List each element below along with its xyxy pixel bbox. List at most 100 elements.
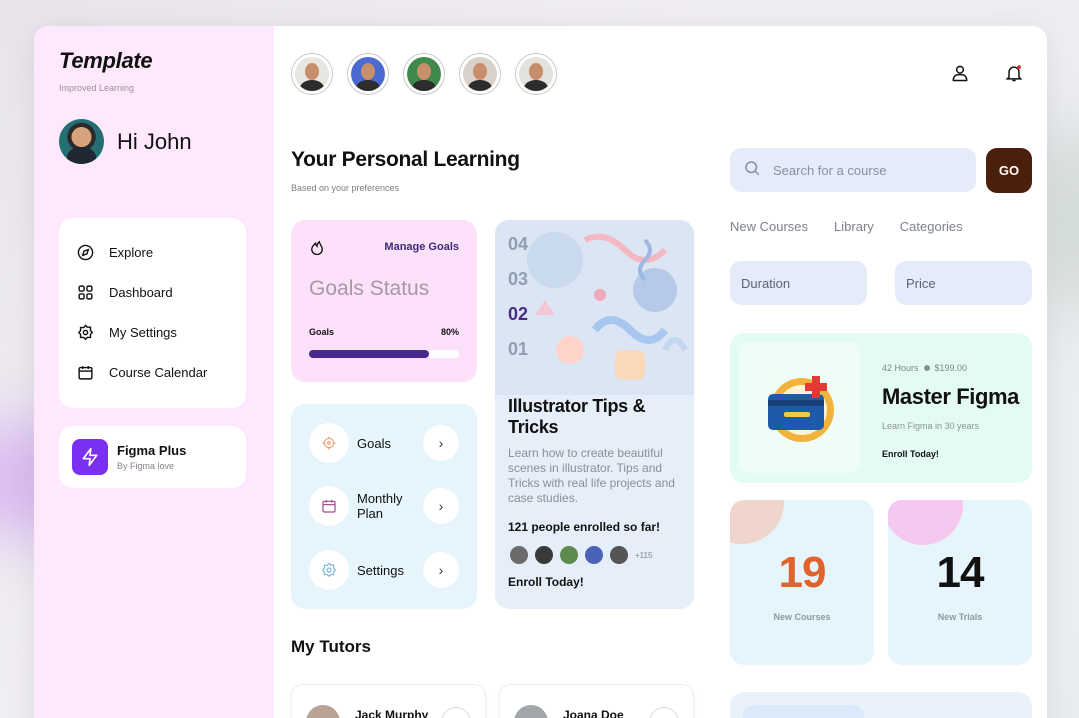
sidebar: Template Improved Learning Hi John Explo… [34, 26, 274, 718]
search-go-button[interactable]: GO [986, 148, 1032, 193]
quick-menu-settings[interactable]: Settings › [309, 549, 459, 591]
decor-circle [730, 500, 784, 544]
course-image [739, 342, 860, 473]
tutor-avatar[interactable] [403, 53, 445, 95]
featured-course-description: Learn how to create beautiful scenes in … [508, 446, 675, 505]
avatar [514, 705, 548, 718]
grid-icon [76, 283, 94, 301]
separator-dot [923, 365, 930, 371]
promo-title: Figma Plus [117, 443, 187, 458]
stat-label: New Courses [773, 612, 831, 622]
stat-new-trials[interactable]: 14 New Trials [888, 500, 1032, 665]
calendar-icon [76, 363, 94, 381]
enrolled-count: 121 people enrolled so far! [508, 520, 661, 534]
manage-goals-link[interactable]: Manage Goals [384, 241, 459, 253]
course-enroll-button[interactable]: Enroll Today! [882, 449, 939, 459]
chevron-right-icon[interactable]: › [423, 552, 459, 588]
flame-icon [308, 237, 326, 262]
target-icon [309, 423, 349, 463]
tutor-name: Joana Doe [563, 708, 624, 718]
bottom-card-inner [743, 705, 864, 718]
course-tabs: New Courses Library Categories [730, 219, 989, 234]
sidebar-item-dashboard[interactable]: Dashboard [59, 272, 246, 312]
calendar-icon [309, 486, 349, 526]
tab-new-courses[interactable]: New Courses [730, 219, 808, 234]
sidebar-item-explore[interactable]: Explore [59, 232, 246, 272]
avatar [533, 544, 555, 566]
course-meta: 42 Hours $199.00 [882, 363, 967, 373]
course-title: Master Figma [882, 384, 1020, 409]
quick-menu-card: Goals › Monthly Plan › Settings › [291, 404, 477, 609]
avatar [558, 544, 580, 566]
decor-circle [888, 500, 963, 545]
tutor-action-button[interactable] [441, 707, 471, 718]
sidebar-nav: Explore Dashboard My Settings Course Cal… [59, 218, 246, 408]
promo-subtitle: By Figma love [117, 461, 175, 471]
sidebar-item-label: My Settings [109, 324, 177, 340]
sidebar-item-course-calendar[interactable]: Course Calendar [59, 352, 246, 392]
tutor-avatar[interactable] [291, 53, 333, 95]
user-avatar[interactable] [59, 119, 104, 164]
figma-plus-promo[interactable]: Figma Plus By Figma love [59, 426, 246, 488]
chevron-right-icon[interactable]: › [423, 425, 459, 461]
stat-label: New Trials [937, 612, 983, 622]
slide-number[interactable]: 03 [508, 269, 528, 290]
stat-value: 19 [778, 548, 827, 597]
user-greeting: Hi John [117, 129, 192, 154]
page-title: Your Personal Learning [291, 148, 520, 171]
tutor-action-button[interactable] [649, 707, 679, 718]
quick-menu-label: Goals [357, 435, 391, 451]
goals-status-card: Manage Goals Goals Status Goals 80% [291, 220, 477, 382]
compass-icon [76, 243, 94, 261]
featured-course-title: Illustrator Tips & Tricks [508, 396, 646, 437]
profile-icon[interactable] [949, 62, 971, 84]
tutor-avatar[interactable] [515, 53, 557, 95]
course-hours: 42 Hours [882, 363, 919, 373]
price-filter[interactable]: Price [895, 261, 1032, 305]
brand-tagline: Improved Learning [59, 83, 135, 93]
quick-menu-goals[interactable]: Goals › [309, 422, 459, 464]
more-count: +115 [635, 550, 653, 560]
tutor-name: Jack Murphy [355, 708, 429, 718]
stat-new-courses[interactable]: 19 New Courses [730, 500, 874, 665]
quick-menu-monthly-plan[interactable]: Monthly Plan › [309, 485, 459, 527]
tutor-avatar[interactable] [347, 53, 389, 95]
progress-percent: 80% [440, 327, 459, 337]
stat-value: 14 [936, 548, 985, 597]
app-window: Template Improved Learning Hi John Explo… [34, 26, 1047, 718]
slide-number[interactable]: 04 [508, 234, 528, 255]
enrolled-avatars: +115 [508, 544, 652, 566]
bottom-card [730, 692, 1032, 718]
brand-logo: Template [59, 48, 153, 73]
course-card-master-figma[interactable]: 42 Hours $199.00 Master Figma Learn Figm… [730, 333, 1032, 483]
featured-course-card[interactable]: 04 03 02 01 Illustrator Tips & Tricks Le… [495, 220, 694, 609]
quick-menu-label: Settings [357, 562, 404, 578]
tutor-card[interactable]: Jack Murphy [291, 684, 486, 718]
sidebar-item-label: Course Calendar [109, 364, 208, 380]
tab-library[interactable]: Library [834, 219, 874, 234]
sidebar-item-label: Explore [109, 244, 154, 260]
duration-filter[interactable]: Duration [730, 261, 867, 305]
tutors-heading: My Tutors [291, 637, 371, 656]
avatar [608, 544, 630, 566]
chevron-right-icon[interactable]: › [423, 488, 459, 524]
tutor-card[interactable]: Joana Doe [499, 684, 694, 718]
course-subtitle: Learn Figma in 30 years [882, 421, 980, 431]
slide-number[interactable]: 01 [508, 339, 528, 360]
slide-number-active[interactable]: 02 [508, 304, 528, 325]
tutor-avatar[interactable] [459, 53, 501, 95]
goals-status-label: Goals Status [309, 277, 430, 300]
avatar [306, 705, 340, 718]
tab-categories[interactable]: Categories [900, 219, 963, 234]
search-input[interactable] [773, 162, 953, 178]
search-icon [743, 159, 761, 182]
quick-menu-label: Monthly Plan [357, 491, 403, 521]
avatar [508, 544, 530, 566]
goals-progress-fill [309, 350, 429, 358]
notification-bell-icon[interactable] [1003, 62, 1025, 84]
progress-label: Goals [309, 327, 335, 337]
course-price: $199.00 [934, 363, 968, 373]
search-bar [730, 148, 976, 192]
sidebar-item-my-settings[interactable]: My Settings [59, 312, 246, 352]
enroll-button[interactable]: Enroll Today! [508, 575, 584, 589]
